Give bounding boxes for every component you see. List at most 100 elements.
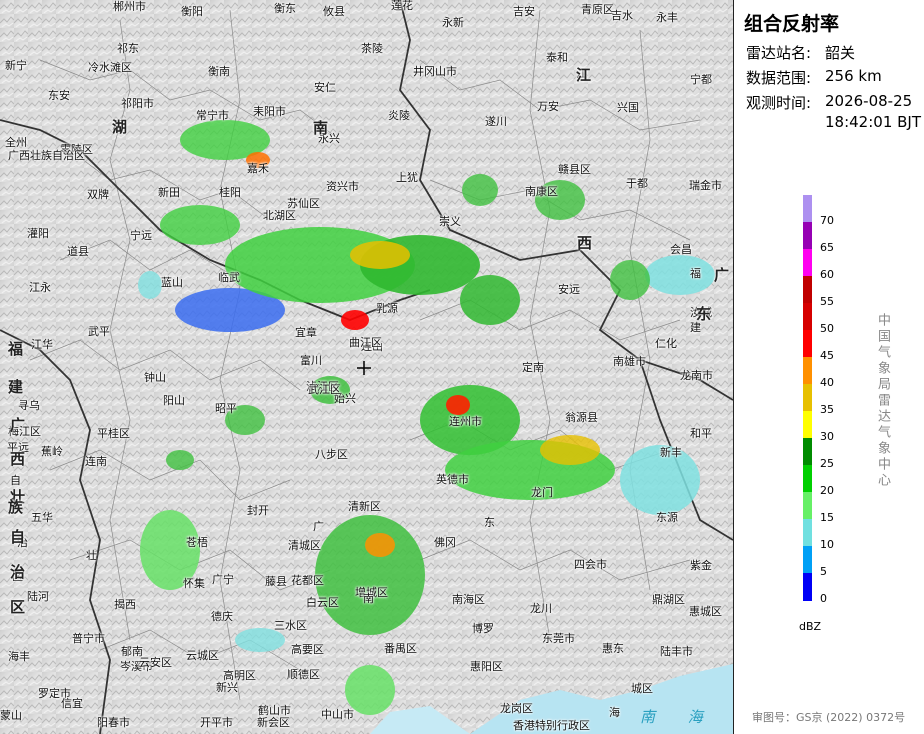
place-label: 郴州市 xyxy=(113,0,146,13)
place-label: 昭平 xyxy=(215,402,237,415)
station-row: 雷达站名: 韶关 xyxy=(746,42,855,63)
place-label: 吉水 xyxy=(611,9,633,22)
place-label: 惠城区 xyxy=(689,605,722,618)
legend-swatch xyxy=(803,384,812,412)
place-label: 东安 xyxy=(48,89,70,102)
legend-swatch xyxy=(803,546,812,574)
place-label: 嘉禾 xyxy=(247,162,269,175)
place-label: 江华 xyxy=(31,338,53,351)
place-label: 信宜 xyxy=(61,697,83,710)
province-label: 建 xyxy=(8,378,24,396)
place-label: 东源 xyxy=(656,511,678,524)
legend-swatch xyxy=(803,195,812,223)
legend-swatch xyxy=(803,303,812,331)
time-row: 观测时间: 2026-08-25 xyxy=(746,92,912,113)
legend-swatch xyxy=(803,249,812,277)
place-label: 平桂区 xyxy=(97,427,130,440)
legend-tick-label: 40 xyxy=(820,376,834,389)
place-label: 北湖区 xyxy=(263,209,296,222)
legend-swatch xyxy=(803,276,812,304)
place-label: 壮 xyxy=(86,549,97,562)
legend-tick-label: 15 xyxy=(820,511,834,524)
province-label: 族 xyxy=(8,498,24,516)
place-label: 鼎湖区 xyxy=(652,593,685,606)
place-label: 道县 xyxy=(67,245,89,258)
agency-label: 中国气象局雷达气象中心 xyxy=(875,313,890,489)
range-row: 数据范围: 256 km xyxy=(746,67,882,88)
place-label: 蓝山 xyxy=(161,276,183,289)
place-label: 全州 xyxy=(5,136,27,149)
date-value: 2026-08-25 xyxy=(825,92,913,110)
place-label: 阳山 xyxy=(163,394,185,407)
place-label: 普宁市 xyxy=(72,632,105,645)
place-label: 乳源 xyxy=(376,302,398,315)
place-label: 云城区 xyxy=(186,649,219,662)
place-label: 富川 xyxy=(300,354,322,367)
place-label: 苍梧 xyxy=(186,536,208,549)
place-label: 番禺区 xyxy=(384,642,417,655)
place-label: 冷水滩区 xyxy=(88,61,132,74)
place-label: 德庆 xyxy=(211,610,233,623)
place-label: 怀集 xyxy=(183,577,205,590)
place-label: 衡东 xyxy=(274,2,296,15)
radar-map[interactable]: 郴州市 衡阳 衡东 攸县 莲花 永新 吉安 青原区 吉水 永丰 祁东 茶陵 新宁 冷水滩区 衡南 井冈山市 泰和… xyxy=(0,0,733,734)
province-label: 区 xyxy=(10,598,26,616)
province-label: 西 xyxy=(10,450,26,468)
time-label: 观测时间: xyxy=(746,94,812,112)
place-label: 三水区 xyxy=(274,619,307,632)
place-label: 曲江区 xyxy=(349,336,382,349)
place-label: 佛冈 xyxy=(434,536,456,549)
place-label: 江永 xyxy=(29,281,51,294)
legend-swatch xyxy=(803,411,812,439)
info-panel: 组合反射率 雷达站名: 韶关 数据范围: 256 km 观测时间: 2026-0… xyxy=(734,0,924,734)
place-label: 青原区 xyxy=(581,3,614,16)
place-label: 万安 xyxy=(537,100,559,113)
legend-tick-label: 0 xyxy=(820,592,827,605)
place-label: 龙岗区 xyxy=(500,702,533,715)
province-label: 广 xyxy=(10,416,26,434)
place-label: 福 xyxy=(690,267,701,280)
place-label: 茶陵 xyxy=(361,42,383,55)
place-label: 广 xyxy=(313,520,324,533)
station-value: 韶关 xyxy=(825,44,856,62)
place-label: 英德市 xyxy=(436,473,469,486)
place-label: 鹤山市 xyxy=(258,704,291,717)
legend-swatch xyxy=(803,357,812,385)
place-label: 永丰 xyxy=(656,11,678,24)
place-label: 惠阳区 xyxy=(470,660,503,673)
place-label: 新宁 xyxy=(5,59,27,72)
place-label: 宁远 xyxy=(130,229,152,242)
place-label: 上犹 xyxy=(396,171,418,184)
place-label: 和平 xyxy=(690,427,712,440)
place-label: 八步区 xyxy=(315,448,348,461)
place-label: 五华 xyxy=(31,511,53,524)
province-label: 南 xyxy=(313,119,329,137)
place-label: 连州市 xyxy=(449,415,482,428)
place-label: 龙门 xyxy=(531,486,553,499)
place-label: 惠东 xyxy=(602,642,624,655)
place-label: 资兴市 xyxy=(326,180,359,193)
place-label: 蒙山 xyxy=(0,709,22,722)
place-label: 封开 xyxy=(247,504,269,517)
legend-tick-label: 70 xyxy=(820,214,834,227)
province-label: 东 xyxy=(696,305,712,323)
place-label: 海 xyxy=(609,706,620,719)
legend-swatch xyxy=(803,465,812,493)
place-label: 四会市 xyxy=(574,558,607,571)
place-label: 衡南 xyxy=(208,65,230,78)
place-label: 连南 xyxy=(85,455,107,468)
place-label: 城区 xyxy=(631,682,653,695)
legend-tick-label: 65 xyxy=(820,241,834,254)
place-label: 赣县区 xyxy=(558,163,591,176)
legend-swatch xyxy=(803,222,812,250)
color-legend xyxy=(803,195,812,601)
province-label: 治 xyxy=(10,563,26,581)
sea-label: 南 海 xyxy=(640,708,717,726)
radar-app: 郴州市 衡阳 衡东 攸县 莲花 永新 吉安 青原区 吉水 永丰 祁东 茶陵 新宁 冷水滩区 衡南 井冈山市 泰和… xyxy=(0,0,924,734)
province-label: 自 xyxy=(10,528,26,546)
place-label: 崇义 xyxy=(439,215,461,228)
place-label: 龙南市 xyxy=(680,369,713,382)
legend-tick-label: 45 xyxy=(820,349,834,362)
place-label: 广宁 xyxy=(212,573,234,586)
place-label: 武平 xyxy=(88,325,110,338)
